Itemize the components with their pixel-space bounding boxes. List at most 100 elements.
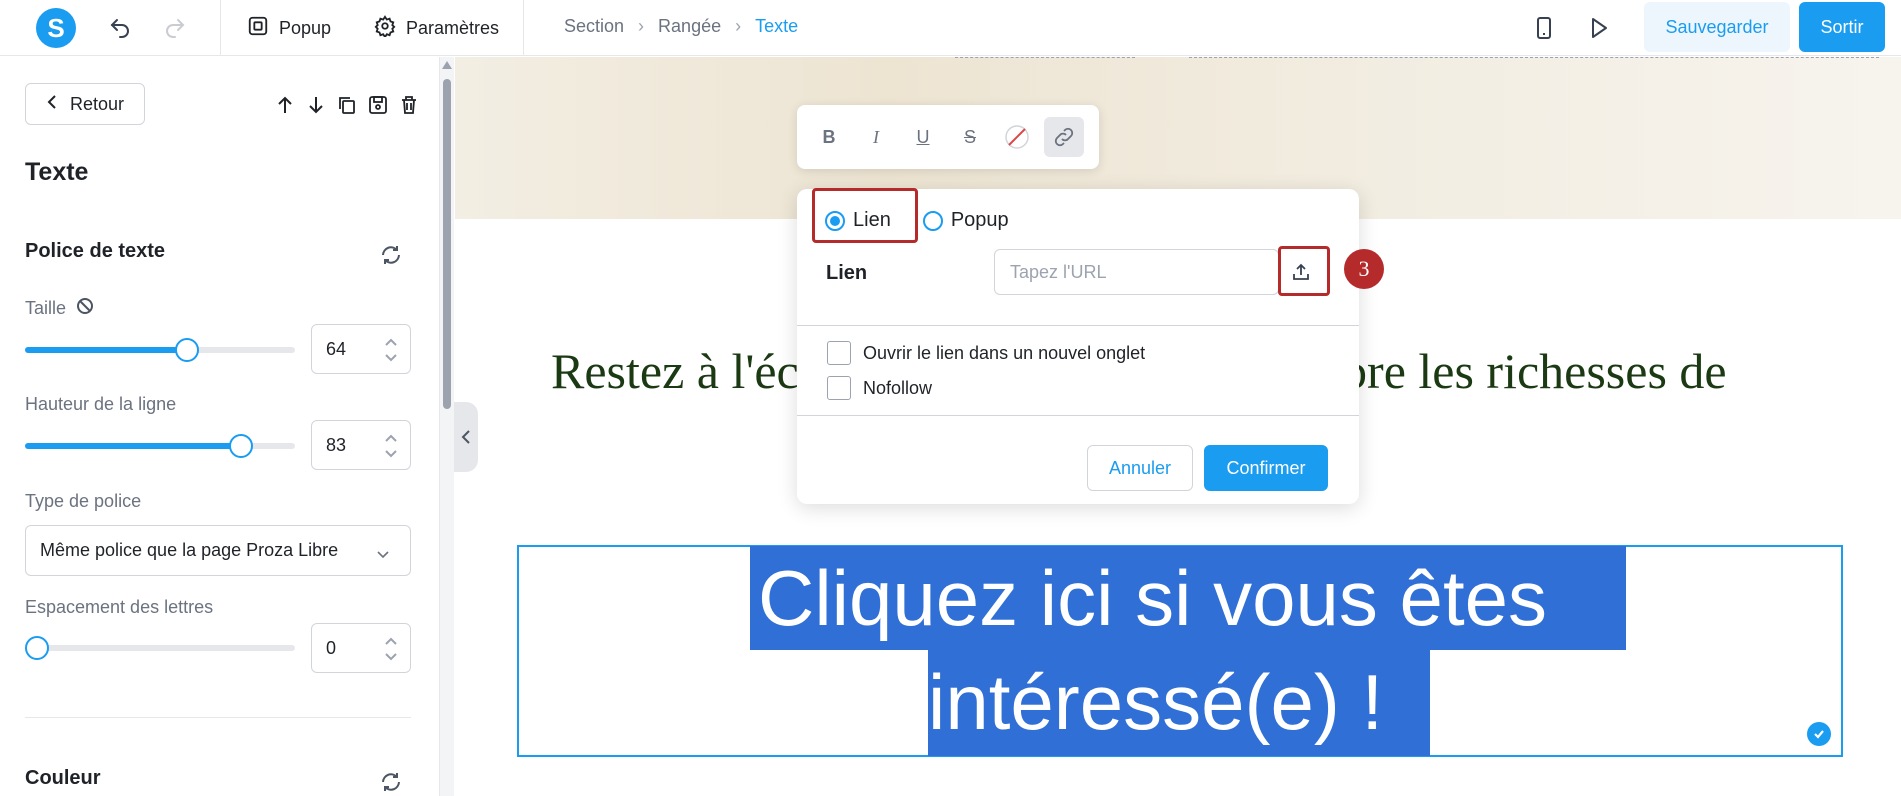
highlight-frame: [1278, 246, 1330, 296]
element-toolbar: [272, 92, 421, 117]
step-number-badge: 3: [1344, 249, 1384, 289]
stepper-icon[interactable]: [384, 635, 398, 663]
heading-text-left: Restez à l'éc: [551, 343, 799, 399]
letter-spacing-label: Espacement des lettres: [25, 597, 214, 617]
nofollow-label: Nofollow: [863, 377, 933, 398]
prohibited-icon[interactable]: [76, 297, 94, 320]
font-type-label: Type de police: [25, 491, 142, 511]
letter-spacing-input[interactable]: 0: [311, 623, 411, 673]
slider-fill: [25, 347, 187, 353]
strikethrough-icon[interactable]: S: [950, 117, 990, 157]
undo-icon[interactable]: [106, 14, 134, 42]
underline-icon[interactable]: U: [903, 117, 943, 157]
divider: [25, 717, 411, 718]
settings-button[interactable]: Paramètres: [374, 14, 499, 42]
size-value: 64: [326, 338, 347, 359]
divider: [220, 0, 221, 56]
slider-thumb[interactable]: [175, 338, 199, 362]
breadcrumb-text[interactable]: Texte: [755, 16, 798, 37]
radio-popup-label[interactable]: Popup: [951, 209, 1009, 232]
cancel-button[interactable]: Annuler: [1087, 445, 1193, 491]
line-height-value: 83: [326, 434, 347, 455]
popup-button[interactable]: Popup: [247, 14, 331, 42]
gear-icon: [374, 14, 396, 42]
chevron-right-icon: ›: [735, 16, 742, 36]
mobile-preview-icon[interactable]: [1530, 14, 1558, 42]
breadcrumb-section[interactable]: Section: [564, 16, 624, 37]
exit-button[interactable]: Sortir: [1799, 2, 1885, 52]
line-height-slider[interactable]: [25, 434, 295, 458]
stepper-icon[interactable]: [384, 432, 398, 460]
size-label: Taille: [25, 297, 94, 320]
selected-text-line[interactable]: Cliquez ici si vous êtes: [750, 546, 1626, 650]
color-section-title: Couleur: [25, 767, 101, 789]
top-bar: S Popup Paramètres Section › Rangée › Te…: [0, 0, 1901, 56]
chevron-left-icon: [46, 94, 58, 115]
popup-label: Popup: [279, 17, 332, 38]
new-tab-option[interactable]: Ouvrir le lien dans un nouvel onglet: [827, 341, 1145, 365]
arrow-up-icon[interactable]: [272, 92, 297, 117]
back-button[interactable]: Retour: [25, 83, 145, 125]
divider: [523, 0, 524, 56]
size-label-text: Taille: [25, 298, 67, 318]
new-tab-checkbox[interactable]: [827, 341, 851, 365]
nofollow-checkbox[interactable]: [827, 376, 851, 400]
reset-icon[interactable]: [378, 769, 404, 795]
no-color-icon[interactable]: [997, 117, 1037, 157]
link-field-label: Lien: [826, 262, 868, 284]
trash-icon[interactable]: [396, 92, 421, 117]
slider-thumb[interactable]: [229, 434, 253, 458]
letter-spacing-slider[interactable]: [25, 636, 295, 660]
selected-text-line[interactable]: intéressé(e) !: [928, 650, 1430, 756]
redo-icon[interactable]: [161, 14, 189, 42]
link-type-radios: Lien Popup: [825, 209, 1009, 232]
scroll-up-icon[interactable]: [442, 61, 452, 69]
dashed-guide: [955, 57, 1135, 58]
radio-link-label[interactable]: Lien: [853, 209, 891, 232]
back-label: Retour: [69, 93, 125, 114]
divider: [797, 325, 1359, 326]
new-tab-label: Ouvrir le lien dans un nouvel onglet: [863, 342, 1146, 363]
bold-icon[interactable]: B: [809, 117, 849, 157]
save-button[interactable]: Sauvegarder: [1644, 2, 1790, 52]
copy-icon[interactable]: [334, 92, 359, 117]
divider: [797, 415, 1359, 416]
popup-icon: [247, 15, 269, 42]
stepper-icon[interactable]: [384, 336, 398, 364]
size-input[interactable]: 64: [311, 324, 411, 374]
play-icon[interactable]: [1584, 14, 1612, 42]
letter-spacing-value: 0: [326, 637, 337, 658]
save-icon[interactable]: [365, 92, 390, 117]
dashed-guide: [1189, 57, 1879, 58]
radio-popup[interactable]: [922, 210, 943, 231]
app-logo[interactable]: S: [36, 8, 76, 48]
sidebar-scrollbar[interactable]: [440, 57, 454, 796]
font-section-title: Police de texte: [25, 240, 166, 262]
breadcrumb-row[interactable]: Rangée: [658, 16, 721, 37]
chevron-right-icon: ›: [638, 16, 645, 36]
scroll-thumb[interactable]: [443, 79, 451, 409]
arrow-down-icon[interactable]: [303, 92, 328, 117]
slider-fill: [25, 443, 241, 449]
link-dialog: Lien Popup Lien Tapez l'URL 3 Ouvrir le …: [797, 188, 1384, 504]
url-input[interactable]: Tapez l'URL: [994, 249, 1279, 295]
radio-link[interactable]: [825, 210, 845, 231]
chevron-down-icon: [376, 544, 390, 565]
font-type-select[interactable]: Même police que la page Proza Libre: [25, 525, 411, 576]
check-icon: [1807, 722, 1831, 746]
settings-label: Paramètres: [406, 17, 500, 38]
slider-thumb[interactable]: [25, 636, 49, 660]
confirm-button[interactable]: Confirmer: [1204, 445, 1328, 491]
panel-title: Texte: [25, 158, 89, 186]
italic-icon[interactable]: I: [856, 117, 896, 157]
line-height-label: Hauteur de la ligne: [25, 394, 177, 414]
link-icon[interactable]: [1044, 117, 1084, 157]
font-type-value: Même police que la page Proza Libre: [40, 540, 339, 560]
line-height-input[interactable]: 83: [311, 420, 411, 470]
collapse-sidebar-button[interactable]: [454, 402, 478, 472]
nofollow-option[interactable]: Nofollow: [827, 376, 932, 400]
reset-icon[interactable]: [378, 242, 404, 268]
format-toolbar: B I U S: [797, 105, 1099, 169]
breadcrumb: Section › Rangée › Texte: [564, 16, 798, 37]
size-slider[interactable]: [25, 338, 295, 362]
